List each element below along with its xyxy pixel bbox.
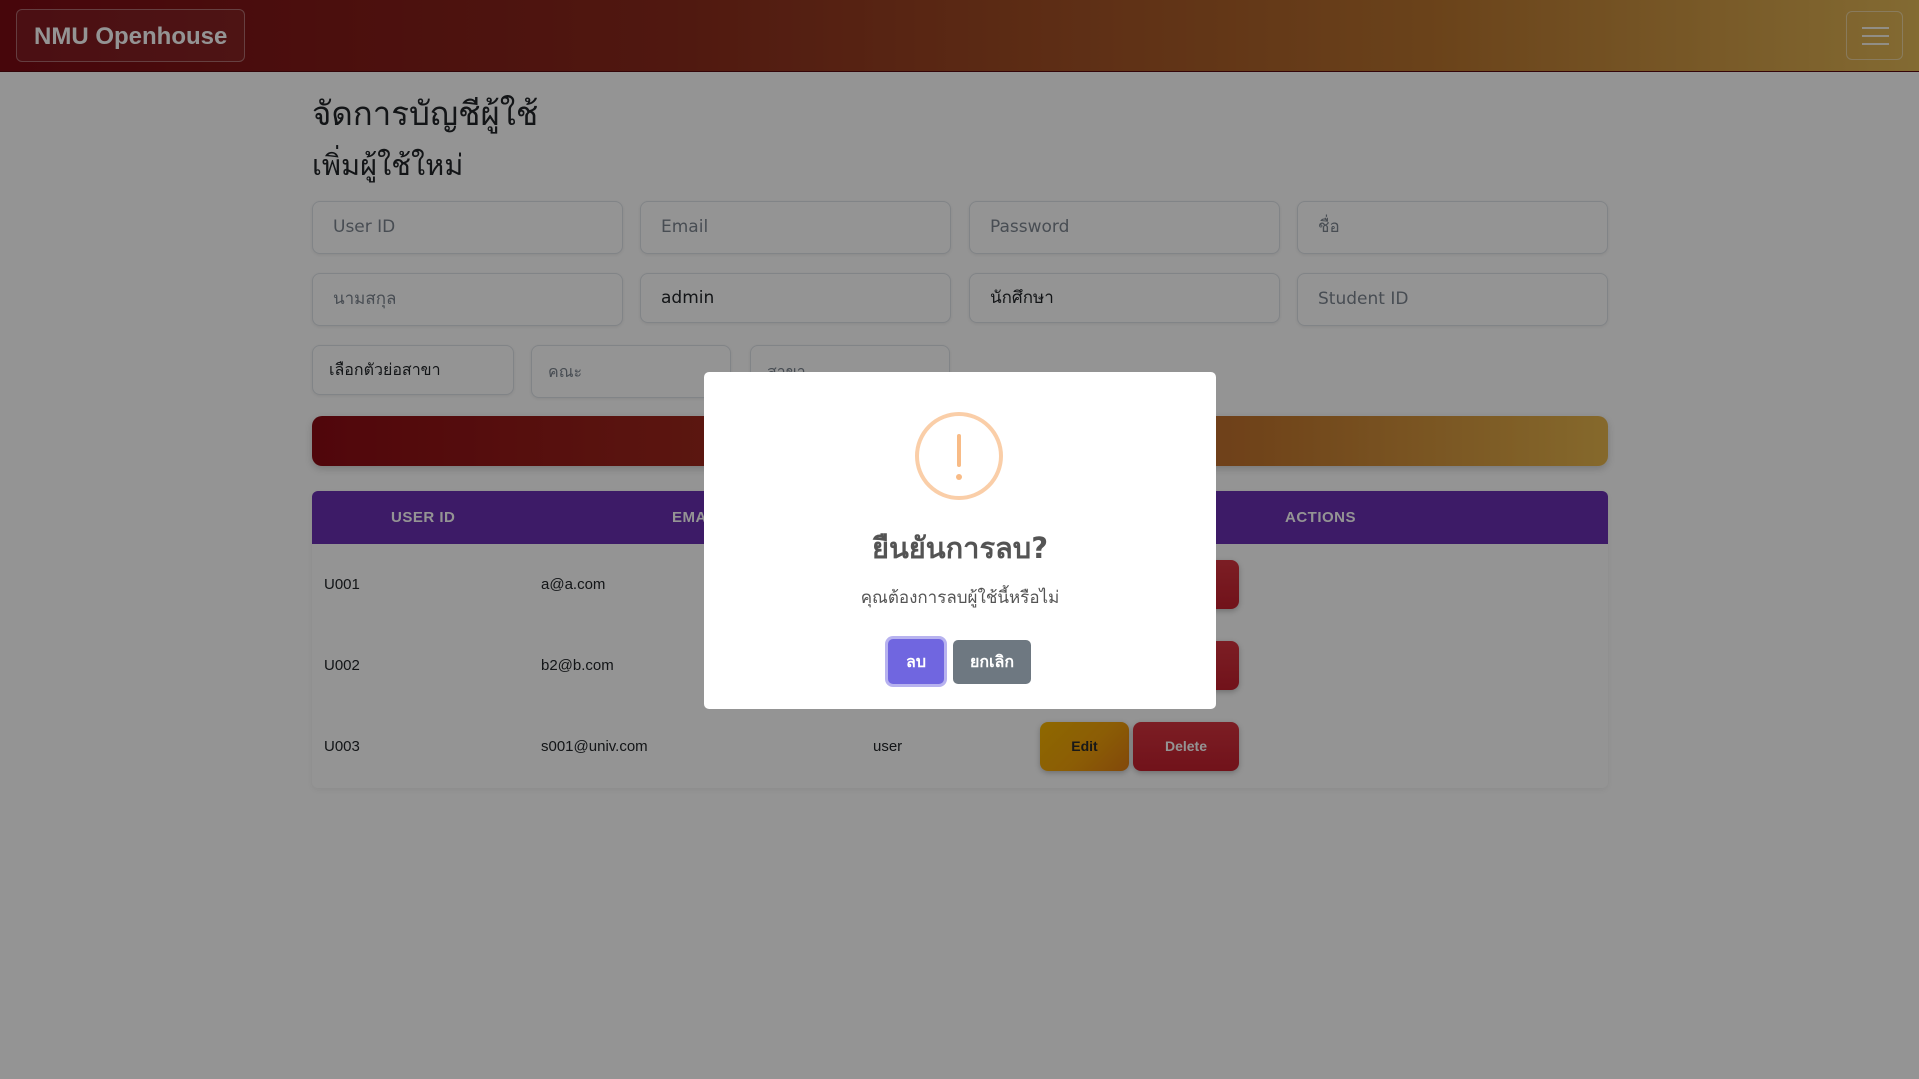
confirm-delete-button[interactable]: ลบ xyxy=(888,639,944,684)
confirm-delete-dialog: ยืนยันการลบ? คุณต้องการลบผู้ใช้นี้หรือไม… xyxy=(704,372,1216,709)
dialog-title: ยืนยันการลบ? xyxy=(871,531,1049,565)
dialog-message: คุณต้องการลบผู้ใช้นี้หรือไม่ xyxy=(860,588,1060,608)
warning-icon xyxy=(915,412,1003,500)
cancel-button[interactable]: ยกเลิก xyxy=(953,640,1031,684)
